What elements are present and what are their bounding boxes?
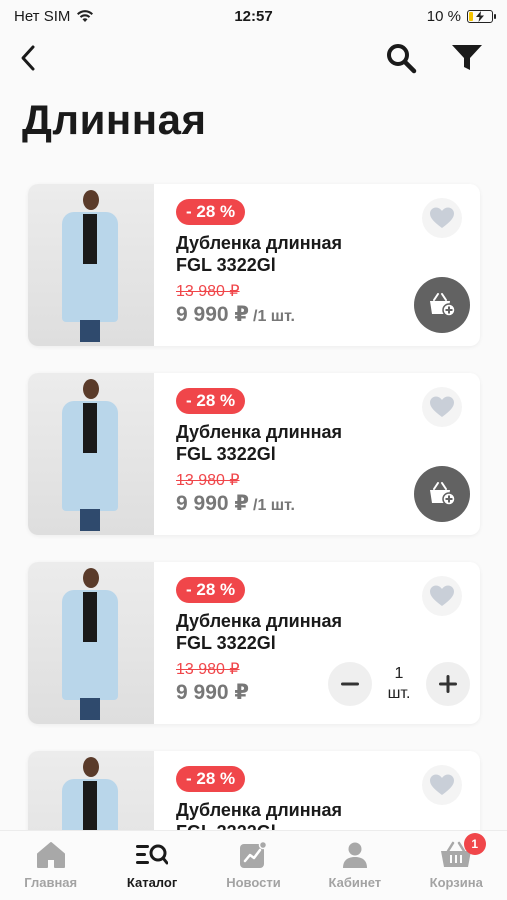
discount-badge: - 28 % [176, 766, 246, 792]
filter-icon [452, 45, 482, 70]
discount-badge: - 28 % [176, 388, 246, 414]
battery-percent: 10 % [426, 7, 461, 25]
status-bar: Нет SIM 12:57 10 % [0, 0, 507, 32]
price-unit: /1 шт. [253, 497, 295, 514]
heart-icon [430, 585, 454, 606]
product-image[interactable] [28, 373, 154, 535]
catalog-icon [136, 844, 169, 865]
quantity-stepper: 1 шт. [328, 662, 470, 706]
nav-actions [383, 40, 497, 76]
user-icon [342, 842, 367, 868]
page-title: Длинная [22, 96, 207, 143]
favorite-button[interactable] [422, 765, 462, 805]
product-image[interactable] [28, 184, 154, 346]
tab-cart[interactable]: 1 Корзина [406, 833, 507, 890]
price: 9 990 ₽ [176, 492, 249, 515]
tab-home[interactable]: Главная [0, 841, 101, 890]
discount-badge: - 28 % [176, 577, 246, 603]
price-row: 9 990 ₽/1 шт. [176, 491, 295, 516]
back-button[interactable] [10, 40, 46, 76]
product-card[interactable]: - 28 % Дубленка длинная FGL 3322Gl 13 98… [28, 184, 480, 346]
quantity-unit: шт. [387, 685, 411, 702]
product-name[interactable]: Дубленка длинная FGL 3322Gl [176, 610, 406, 654]
discount-badge: - 28 % [176, 199, 246, 225]
status-left: Нет SIM [14, 8, 94, 25]
status-time: 12:57 [234, 7, 273, 25]
heart-icon [430, 396, 454, 417]
nav-bar [0, 32, 507, 84]
price-unit: /1 шт. [253, 308, 295, 325]
quantity-number: 1 [394, 665, 404, 682]
product-card[interactable]: - 28 % Дубленка длинная FGL 3322Gl 13 98… [28, 373, 480, 535]
product-name-line2: FGL 3322Gl [176, 444, 276, 464]
add-to-cart-button[interactable] [414, 466, 470, 522]
tab-label: Кабинет [328, 875, 382, 890]
tab-label: Главная [24, 875, 78, 890]
basket-plus-icon [430, 482, 456, 506]
favorite-button[interactable] [422, 387, 462, 427]
cart-badge: 1 [463, 833, 486, 855]
tab-bar: Главная Каталог Новости Кабинет 1 Корзин… [0, 830, 507, 900]
quantity-value: 1 шт. [382, 664, 416, 704]
filter-button[interactable] [449, 40, 485, 76]
old-price: 13 980 ₽ [176, 283, 240, 300]
price-row: 9 990 ₽ [176, 680, 249, 705]
price-row: 9 990 ₽/1 шт. [176, 302, 295, 327]
carrier-label: Нет SIM [14, 7, 71, 25]
price: 9 990 ₽ [176, 681, 249, 704]
status-right: 10 % [426, 7, 496, 25]
heart-icon [430, 207, 454, 228]
product-name-line1: Дубленка длинная [176, 800, 343, 820]
basket-plus-icon [430, 293, 456, 317]
product-card[interactable]: - 28 % Дубленка длинная FGL 3322Gl 13 98… [28, 562, 480, 724]
heart-icon [430, 774, 454, 795]
decrease-quantity-button[interactable] [328, 662, 372, 706]
product-name[interactable]: Дубленка длинная FGL 3322Gl [176, 421, 406, 465]
product-name-line1: Дубленка длинная [176, 611, 343, 631]
tab-catalog[interactable]: Каталог [102, 841, 203, 890]
price: 9 990 ₽ [176, 303, 249, 326]
minus-icon [341, 682, 359, 686]
tab-account[interactable]: Кабинет [304, 841, 405, 890]
product-name-line1: Дубленка длинная [176, 422, 343, 442]
old-price: 13 980 ₽ [176, 661, 240, 678]
tab-label: Корзина [429, 875, 483, 890]
product-name-line2: FGL 3322Gl [176, 255, 276, 275]
tab-label: Новости [226, 875, 281, 890]
product-name[interactable]: Дубленка длинная FGL 3322Gl [176, 232, 406, 276]
favorite-button[interactable] [422, 576, 462, 616]
chevron-left-icon [21, 45, 35, 71]
product-image[interactable] [28, 562, 154, 724]
add-to-cart-button[interactable] [414, 277, 470, 333]
search-icon [387, 44, 417, 74]
battery-icon [467, 9, 496, 23]
product-name-line1: Дубленка длинная [176, 233, 343, 253]
old-price: 13 980 ₽ [176, 472, 240, 489]
product-name-line2: FGL 3322Gl [176, 633, 276, 653]
plus-icon [439, 675, 457, 693]
tab-news[interactable]: Новости [203, 841, 304, 890]
wifi-icon [77, 10, 94, 22]
news-icon [240, 841, 268, 868]
tab-label: Каталог [126, 875, 178, 890]
favorite-button[interactable] [422, 198, 462, 238]
increase-quantity-button[interactable] [426, 662, 470, 706]
search-button[interactable] [383, 40, 419, 76]
home-icon [36, 842, 65, 868]
